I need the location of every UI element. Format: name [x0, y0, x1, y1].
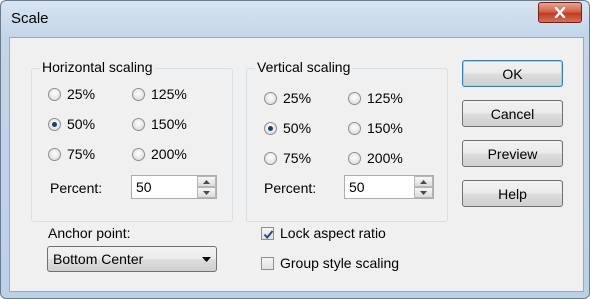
preview-button[interactable]: Preview — [462, 140, 563, 167]
spin-down-icon — [420, 190, 427, 195]
h-radio-200-label: 200% — [151, 146, 187, 162]
v-spin-up-button[interactable] — [414, 176, 433, 187]
spin-up-icon — [203, 179, 210, 184]
h-percent-label: Percent: — [50, 180, 103, 196]
anchor-point-label: Anchor point: — [48, 225, 131, 241]
preview-button-label: Preview — [487, 145, 538, 162]
cancel-button[interactable]: Cancel — [462, 100, 563, 127]
h-percent-input[interactable] — [132, 176, 196, 198]
scale-dialog: Scale Horizontal scaling 25% 125% 50% 15… — [0, 0, 590, 299]
group-style-scaling-label: Group style scaling — [280, 255, 400, 271]
radio-icon — [48, 87, 61, 101]
close-icon — [554, 7, 566, 18]
v-percent-input[interactable] — [345, 176, 413, 198]
ok-button[interactable]: OK — [462, 60, 563, 87]
help-button[interactable]: Help — [462, 180, 563, 207]
v-radio-125[interactable]: 125% — [348, 90, 403, 106]
v-radio-75-label: 75% — [283, 150, 312, 166]
lock-aspect-ratio-label: Lock aspect ratio — [280, 225, 386, 241]
v-radio-50[interactable]: 50% — [264, 120, 311, 136]
h-radio-75[interactable]: 75% — [48, 146, 95, 162]
dropdown-arrow — [196, 256, 216, 262]
h-spin-down-button[interactable] — [197, 187, 216, 198]
vertical-scaling-group: Vertical scaling 25% 125% 50% 150% 75% 2… — [246, 59, 448, 222]
checkmark-icon — [263, 229, 274, 239]
help-button-label: Help — [498, 185, 527, 202]
radio-checked-icon — [264, 121, 277, 135]
group-style-scaling-checkbox[interactable]: Group style scaling — [261, 255, 399, 271]
v-radio-200-label: 200% — [367, 150, 403, 166]
radio-icon — [348, 91, 361, 105]
v-percent-label: Percent: — [264, 180, 317, 196]
anchor-point-value: Bottom Center — [53, 251, 144, 267]
radio-icon — [132, 87, 145, 101]
h-radio-75-label: 75% — [67, 146, 96, 162]
v-radio-150-label: 150% — [367, 120, 403, 136]
h-radio-150[interactable]: 150% — [132, 116, 187, 132]
close-button[interactable] — [538, 2, 582, 23]
window-title: Scale — [11, 10, 49, 27]
v-radio-75[interactable]: 75% — [264, 150, 311, 166]
title-bar[interactable]: Scale — [1, 1, 589, 37]
h-radio-25-label: 25% — [67, 86, 96, 102]
lock-aspect-ratio-checkbox[interactable]: Lock aspect ratio — [261, 225, 386, 241]
cancel-button-label: Cancel — [490, 105, 535, 122]
h-radio-50[interactable]: 50% — [48, 116, 95, 132]
dialog-client-area: Horizontal scaling 25% 125% 50% 150% 75% — [9, 37, 584, 292]
h-radio-25[interactable]: 25% — [48, 86, 95, 102]
spin-up-icon — [420, 179, 427, 184]
h-radio-200[interactable]: 200% — [132, 146, 187, 162]
v-spin-down-button[interactable] — [414, 187, 433, 198]
radio-icon — [264, 91, 277, 105]
h-percent-spinner — [131, 175, 217, 199]
radio-icon — [264, 151, 277, 165]
v-radio-50-label: 50% — [283, 120, 312, 136]
ok-button-label: OK — [502, 65, 523, 82]
radio-checked-icon — [48, 117, 61, 131]
radio-icon — [348, 121, 361, 135]
v-radio-125-label: 125% — [367, 90, 403, 106]
h-spin-up-button[interactable] — [197, 176, 216, 187]
h-radio-50-label: 50% — [67, 116, 96, 132]
horizontal-scaling-title: Horizontal scaling — [40, 59, 155, 75]
checkbox-box — [261, 256, 274, 270]
radio-icon — [132, 117, 145, 131]
vertical-scaling-title: Vertical scaling — [255, 59, 353, 75]
h-radio-125[interactable]: 125% — [132, 86, 187, 102]
checkbox-box — [261, 226, 274, 240]
h-radio-125-label: 125% — [151, 86, 187, 102]
v-percent-spinner — [344, 175, 434, 199]
spin-down-icon — [203, 190, 210, 195]
radio-icon — [132, 147, 145, 161]
anchor-point-select[interactable]: Bottom Center — [47, 246, 217, 272]
radio-icon — [48, 147, 61, 161]
chevron-down-icon — [201, 256, 211, 262]
v-radio-25-label: 25% — [283, 90, 312, 106]
radio-icon — [348, 151, 361, 165]
h-radio-150-label: 150% — [151, 116, 187, 132]
v-radio-150[interactable]: 150% — [348, 120, 403, 136]
v-radio-200[interactable]: 200% — [348, 150, 403, 166]
v-radio-25[interactable]: 25% — [264, 90, 311, 106]
horizontal-scaling-group: Horizontal scaling 25% 125% 50% 150% 75% — [31, 59, 233, 222]
